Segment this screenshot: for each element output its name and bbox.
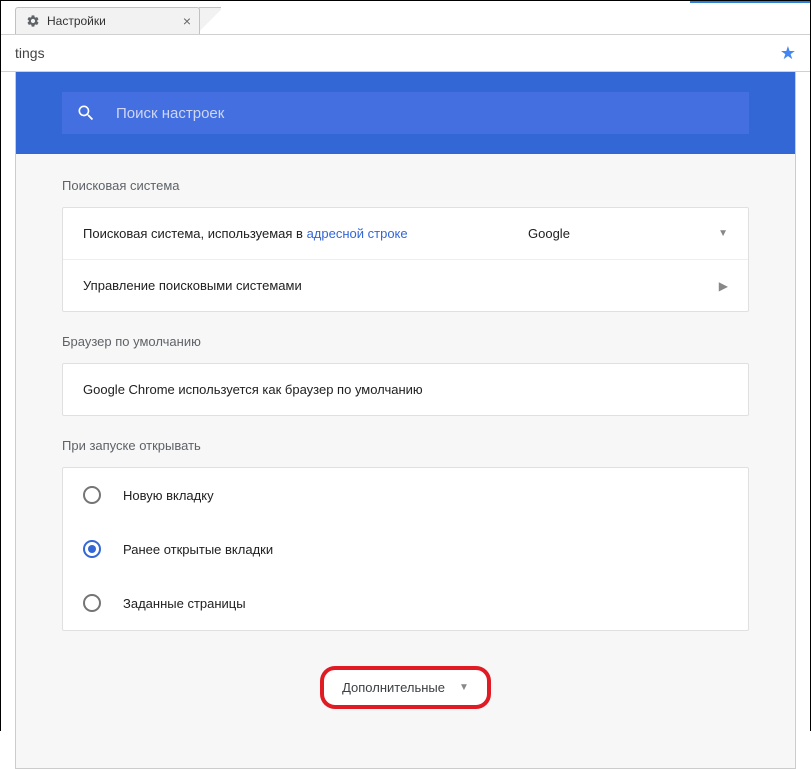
row-label: Управление поисковыми системами	[83, 278, 719, 293]
row-manage-search-engines[interactable]: Управление поисковыми системами ▶	[63, 260, 748, 311]
radio-button[interactable]	[83, 594, 101, 612]
section-title-search-engine: Поисковая система	[62, 178, 749, 193]
section-title-default-browser: Браузер по умолчанию	[62, 334, 749, 349]
top-accent-stripe	[690, 1, 810, 3]
tab-bar: Настройки ×	[1, 1, 810, 34]
row-search-engine-used[interactable]: Поисковая система, используемая в адресн…	[63, 208, 748, 260]
address-bar[interactable]: tings ★	[1, 34, 810, 72]
chevron-down-icon: ▼	[718, 228, 728, 239]
selected-engine: Google	[528, 226, 570, 241]
card-on-startup: Новую вкладку Ранее открытые вкладки Зад…	[62, 467, 749, 631]
browser-tab[interactable]: Настройки ×	[15, 7, 200, 34]
radio-label: Ранее открытые вкладки	[123, 542, 273, 557]
row-label: Поисковая система, используемая в адресн…	[83, 226, 528, 241]
address-bar-link[interactable]: адресной строке	[307, 226, 408, 241]
advanced-label: Дополнительные	[342, 680, 445, 695]
radio-option-new-tab[interactable]: Новую вкладку	[63, 468, 748, 522]
search-box[interactable]	[62, 92, 749, 134]
gear-icon	[26, 14, 40, 28]
chevron-down-icon: ▼	[459, 682, 469, 693]
search-input[interactable]	[116, 105, 735, 122]
close-icon[interactable]: ×	[183, 13, 191, 29]
search-icon	[76, 103, 96, 123]
tab-wedge	[199, 7, 221, 34]
radio-label: Новую вкладку	[123, 488, 214, 503]
card-search-engine: Поисковая система, используемая в адресн…	[62, 207, 749, 312]
radio-option-continue[interactable]: Ранее открытые вкладки	[63, 522, 748, 576]
radio-button[interactable]	[83, 540, 101, 558]
bookmark-star-icon[interactable]: ★	[780, 43, 796, 64]
search-engine-select[interactable]: Google ▼	[528, 226, 728, 241]
url-text: tings	[15, 45, 780, 61]
chevron-right-icon: ▶	[719, 279, 728, 293]
advanced-button[interactable]: Дополнительные ▼	[321, 667, 490, 708]
radio-button[interactable]	[83, 486, 101, 504]
card-default-browser: Google Chrome используется как браузер п…	[62, 363, 749, 416]
tab-title: Настройки	[47, 14, 106, 28]
radio-option-specific-pages[interactable]: Заданные страницы	[63, 576, 748, 630]
radio-label: Заданные страницы	[123, 596, 246, 611]
row-default-browser-status: Google Chrome используется как браузер п…	[63, 364, 748, 415]
section-title-on-startup: При запуске открывать	[62, 438, 749, 453]
default-browser-status: Google Chrome используется как браузер п…	[83, 382, 728, 397]
search-header	[16, 72, 795, 154]
